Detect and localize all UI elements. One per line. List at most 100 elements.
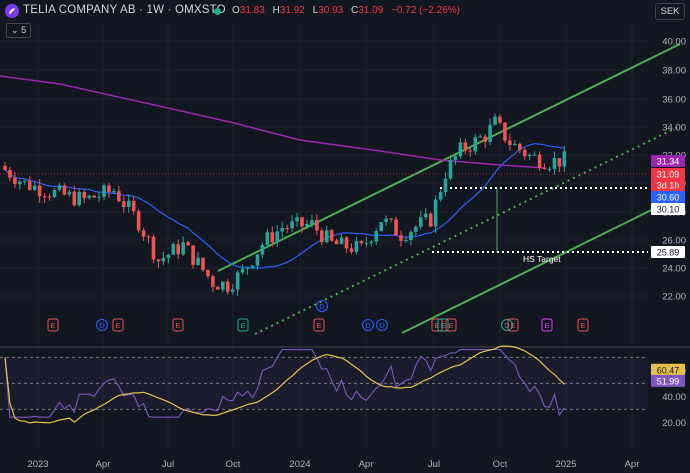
marker-label: E (434, 321, 439, 330)
candle-body (280, 228, 284, 232)
rsi-badge-label: 60.47 (657, 365, 680, 375)
candle-body (97, 196, 101, 198)
candle (369, 240, 374, 247)
candle-body (488, 124, 492, 142)
candle (171, 242, 176, 255)
marker-label: E (50, 321, 55, 330)
candle-body (285, 228, 289, 230)
candle-body (329, 230, 334, 241)
candle-body (37, 185, 42, 197)
candle-body (250, 265, 255, 268)
price-badge: 30.60 (651, 191, 685, 203)
candle (201, 257, 205, 272)
earnings-marker-icon: E (47, 318, 59, 332)
candle-body (364, 243, 369, 245)
candle (225, 278, 230, 295)
marker-label: E (544, 321, 549, 330)
candle (27, 176, 32, 191)
candle (176, 239, 181, 260)
candle-body (547, 168, 552, 170)
marker-label: D (379, 321, 385, 330)
candle (52, 188, 57, 199)
candle (557, 158, 562, 173)
candle-body (414, 226, 418, 232)
candle-body (334, 240, 339, 245)
price-badge: 31.34 (651, 155, 685, 167)
candle (448, 155, 453, 181)
marker-label: E (316, 321, 321, 330)
candle (265, 228, 270, 248)
candle (453, 155, 458, 165)
candle-body (255, 254, 260, 266)
candle-body (235, 272, 240, 290)
candle-body (171, 244, 176, 255)
candle (57, 182, 62, 192)
candle-body (245, 267, 250, 269)
candle-body (191, 245, 195, 265)
candle-body (131, 200, 136, 212)
candle (230, 284, 235, 295)
candle (156, 258, 161, 269)
rsi-badge-label: 51.99 (657, 376, 680, 386)
channel-upper-line (217, 43, 681, 272)
candle (216, 285, 220, 290)
candle (141, 227, 146, 242)
candle (3, 161, 7, 171)
candle-body (453, 156, 458, 161)
candle (498, 114, 502, 125)
candle (290, 215, 294, 233)
candle-body (458, 142, 463, 157)
candle (285, 224, 289, 234)
candle (47, 193, 52, 201)
candle (67, 189, 72, 197)
candle-body (305, 224, 309, 227)
earnings-marker-icon: E (577, 318, 589, 332)
candle-body (57, 185, 62, 191)
candle (77, 188, 82, 207)
candle (92, 194, 96, 198)
event-markers: E D E E E E D D E E E D E E ED (47, 300, 589, 332)
candle (260, 242, 265, 259)
candle-body (117, 191, 121, 202)
candle-body (102, 185, 106, 197)
candle-body (349, 248, 354, 253)
candle (146, 234, 151, 244)
candle-body (230, 289, 235, 292)
candle-body (201, 257, 205, 270)
candle (409, 230, 413, 246)
candle-body (522, 149, 527, 157)
candle (13, 171, 17, 189)
candle (344, 236, 349, 253)
candle-body (42, 196, 47, 198)
price-chart[interactable]: HS Target EDEEEEDDEEEDEEED 60.0040.0020.… (0, 0, 690, 473)
time-tick-label: Oct (493, 459, 508, 470)
candle-body (275, 231, 280, 243)
candle-body (513, 143, 517, 146)
candle-body (399, 235, 403, 241)
candle-body (47, 196, 52, 198)
candle-body (166, 254, 171, 258)
candle-body (527, 154, 532, 157)
candle (359, 239, 364, 246)
candle-body (537, 154, 542, 168)
dividend-marker-icon: D (316, 300, 328, 312)
candle (334, 238, 339, 245)
candle-body (324, 230, 329, 243)
candle-body (473, 137, 478, 152)
candle-body (240, 268, 245, 273)
candle (423, 208, 428, 221)
candle-body (562, 151, 567, 167)
candle (211, 274, 215, 293)
candle (240, 264, 245, 275)
candle (161, 251, 166, 266)
candle (191, 245, 195, 269)
candle-body (423, 213, 428, 218)
time-tick-label: Jul (162, 459, 174, 470)
candle (389, 217, 393, 223)
candle-body (77, 191, 82, 206)
candle-body (419, 217, 423, 227)
candle-body (122, 201, 126, 208)
marker-label: E (440, 321, 445, 330)
time-tick-label: Apr (359, 459, 374, 470)
candle-body (52, 190, 57, 198)
